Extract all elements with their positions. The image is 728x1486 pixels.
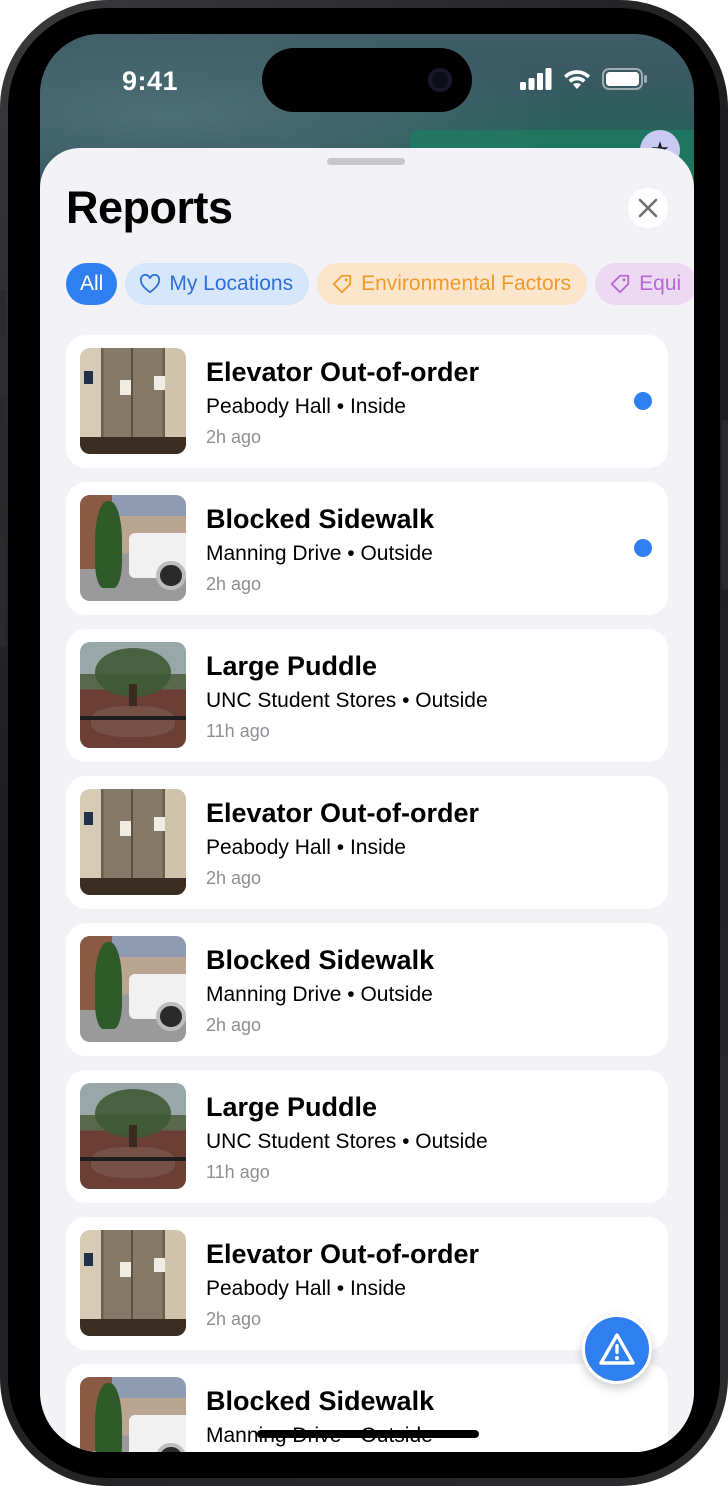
camera-icon (428, 68, 452, 92)
unread-indicator (634, 392, 652, 410)
battery-icon (602, 68, 647, 90)
screen: ★ 9:41 Reports (40, 34, 694, 1452)
report-card[interactable]: Large Puddle UNC Student Stores • Outsid… (66, 629, 668, 762)
report-title: Large Puddle (206, 1092, 378, 1122)
tag-icon (611, 274, 630, 294)
report-card[interactable]: Blocked Sidewalk Manning Drive • Outside… (66, 482, 668, 615)
new-report-button[interactable] (582, 1314, 652, 1384)
reports-sheet: Reports All My Locations Environmental F… (40, 148, 694, 1452)
report-location: UNC Student Stores • Outside (206, 1130, 488, 1153)
report-title: Blocked Sidewalk (206, 945, 435, 975)
report-thumbnail-puddle (80, 642, 186, 748)
filter-chip-all[interactable]: All (66, 263, 118, 305)
report-time: 2h ago (206, 427, 262, 447)
dynamic-island (262, 48, 472, 112)
wifi-icon (564, 70, 590, 89)
report-location: Peabody Hall • Inside (206, 395, 406, 418)
page-title: Reports (66, 182, 233, 233)
filter-chip-equipment[interactable]: Equi (595, 263, 694, 305)
report-card[interactable]: Large Puddle UNC Student Stores • Outsid… (66, 1070, 668, 1203)
report-location: UNC Student Stores • Outside (206, 689, 488, 712)
report-location: Peabody Hall • Inside (206, 836, 406, 859)
report-title: Elevator Out-of-order (206, 357, 480, 387)
sheet-grabber[interactable] (327, 158, 405, 165)
filter-chips: All My Locations Environmental Factors E… (66, 263, 694, 307)
report-card[interactable]: Blocked Sidewalk Manning Drive • Outside… (66, 923, 668, 1056)
report-thumbnail-elevator (80, 348, 186, 454)
report-card[interactable]: Elevator Out-of-order Peabody Hall • Ins… (66, 1217, 668, 1350)
report-title: Elevator Out-of-order (206, 798, 480, 828)
volume-up-button (0, 396, 6, 506)
close-button[interactable] (628, 188, 668, 228)
report-location: Manning Drive • Outside (206, 542, 433, 565)
status-time: 9:41 (122, 66, 179, 96)
report-time: 11h ago (206, 1162, 270, 1182)
report-thumbnail-sidewalk (80, 936, 186, 1042)
report-card[interactable]: Blocked Sidewalk Manning Drive • Outside (66, 1364, 668, 1452)
filter-chip-label: Environmental Factors (361, 272, 572, 295)
unread-indicator (634, 539, 652, 557)
report-thumbnail-elevator (80, 1230, 186, 1336)
filter-chip-label: My Locations (169, 272, 294, 295)
tag-icon (332, 274, 352, 294)
report-time: 2h ago (206, 868, 262, 888)
report-thumbnail-sidewalk (80, 495, 186, 601)
filter-chip-label: All (80, 272, 104, 295)
report-time: 2h ago (206, 1309, 262, 1329)
heart-icon (140, 274, 161, 294)
warning-triangle-icon (599, 1333, 635, 1365)
report-location: Peabody Hall • Inside (206, 1277, 406, 1300)
status-icons (520, 68, 648, 90)
report-location: Manning Drive • Outside (206, 983, 433, 1006)
filter-chip-label: Equi (639, 272, 682, 295)
close-icon (638, 198, 658, 218)
report-title: Elevator Out-of-order (206, 1239, 480, 1269)
report-thumbnail-puddle (80, 1083, 186, 1189)
report-title: Blocked Sidewalk (206, 504, 435, 534)
volume-down-button (0, 536, 6, 646)
report-title: Large Puddle (206, 651, 378, 681)
report-time: 11h ago (206, 721, 270, 741)
report-time: 2h ago (206, 1015, 262, 1035)
action-button (0, 290, 6, 336)
filter-chip-environmental-factors[interactable]: Environmental Factors (317, 263, 588, 305)
report-card[interactable]: Elevator Out-of-order Peabody Hall • Ins… (66, 776, 668, 909)
filter-chip-my-locations[interactable]: My Locations (125, 263, 310, 305)
report-thumbnail-elevator (80, 789, 186, 895)
home-indicator[interactable] (257, 1430, 479, 1438)
cellular-signal-icon (520, 68, 552, 90)
report-card[interactable]: Elevator Out-of-order Peabody Hall • Ins… (66, 335, 668, 468)
reports-list: Elevator Out-of-order Peabody Hall • Ins… (66, 335, 668, 1452)
report-thumbnail-sidewalk (80, 1377, 186, 1452)
report-title: Blocked Sidewalk (206, 1386, 435, 1416)
power-button (722, 420, 728, 590)
report-time: 2h ago (206, 574, 262, 594)
